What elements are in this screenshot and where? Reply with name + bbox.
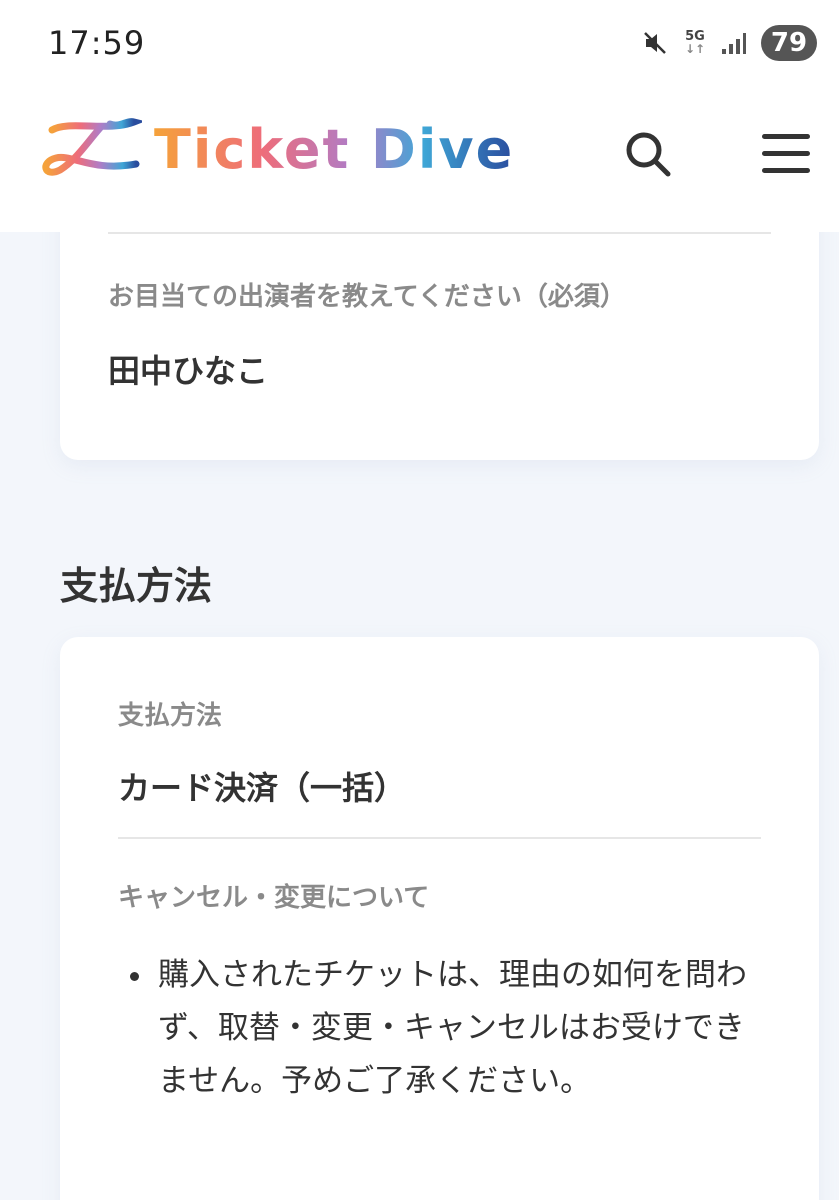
performer-label: お目当ての出演者を教えてください（必須）: [108, 282, 626, 312]
list-item: 購入されたチケットは、理由の如何を問わず、取替・変更・キャンセルはお受けできませ…: [118, 949, 758, 1108]
divider: [108, 232, 771, 234]
cancel-policy-label: キャンセル・変更について: [118, 883, 430, 913]
data-arrows-icon: ↓↑: [684, 42, 706, 56]
performer-value: 田中ひなこ: [108, 352, 269, 390]
cancel-policy-list: 購入されたチケットは、理由の如何を問わず、取替・変更・キャンセルはお受けできませ…: [118, 949, 758, 1108]
status-time: 17:59: [48, 24, 146, 62]
payment-method-label: 支払方法: [118, 701, 223, 731]
battery-icon: 79: [761, 25, 817, 61]
status-icons: 5G ↓↑ 79: [641, 24, 817, 62]
app-header: Ticket Dive: [0, 88, 839, 232]
signal-icon: [722, 33, 746, 54]
menu-icon[interactable]: [760, 128, 812, 180]
cancel-policy-text: 購入されたチケットは、理由の如何を問わず、取替・変更・キャンセルはお受けできませ…: [158, 957, 747, 1099]
payment-card: 支払方法 カード決済（一括） キャンセル・変更について 購入されたチケットは、理…: [60, 637, 819, 1200]
payment-method-value: カード決済（一括）: [118, 769, 407, 807]
status-bar: 17:59 5G ↓↑ 79: [0, 0, 839, 88]
logo-text[interactable]: Ticket Dive: [154, 118, 514, 181]
mute-icon: [644, 32, 666, 54]
bullet-icon: [130, 972, 139, 981]
logo-icon: [42, 118, 142, 176]
battery-level: 79: [770, 28, 808, 58]
divider: [118, 837, 761, 839]
network-indicator: 5G ↓↑: [683, 30, 707, 56]
search-icon[interactable]: [622, 128, 674, 180]
section-title-payment: 支払方法: [60, 564, 213, 608]
